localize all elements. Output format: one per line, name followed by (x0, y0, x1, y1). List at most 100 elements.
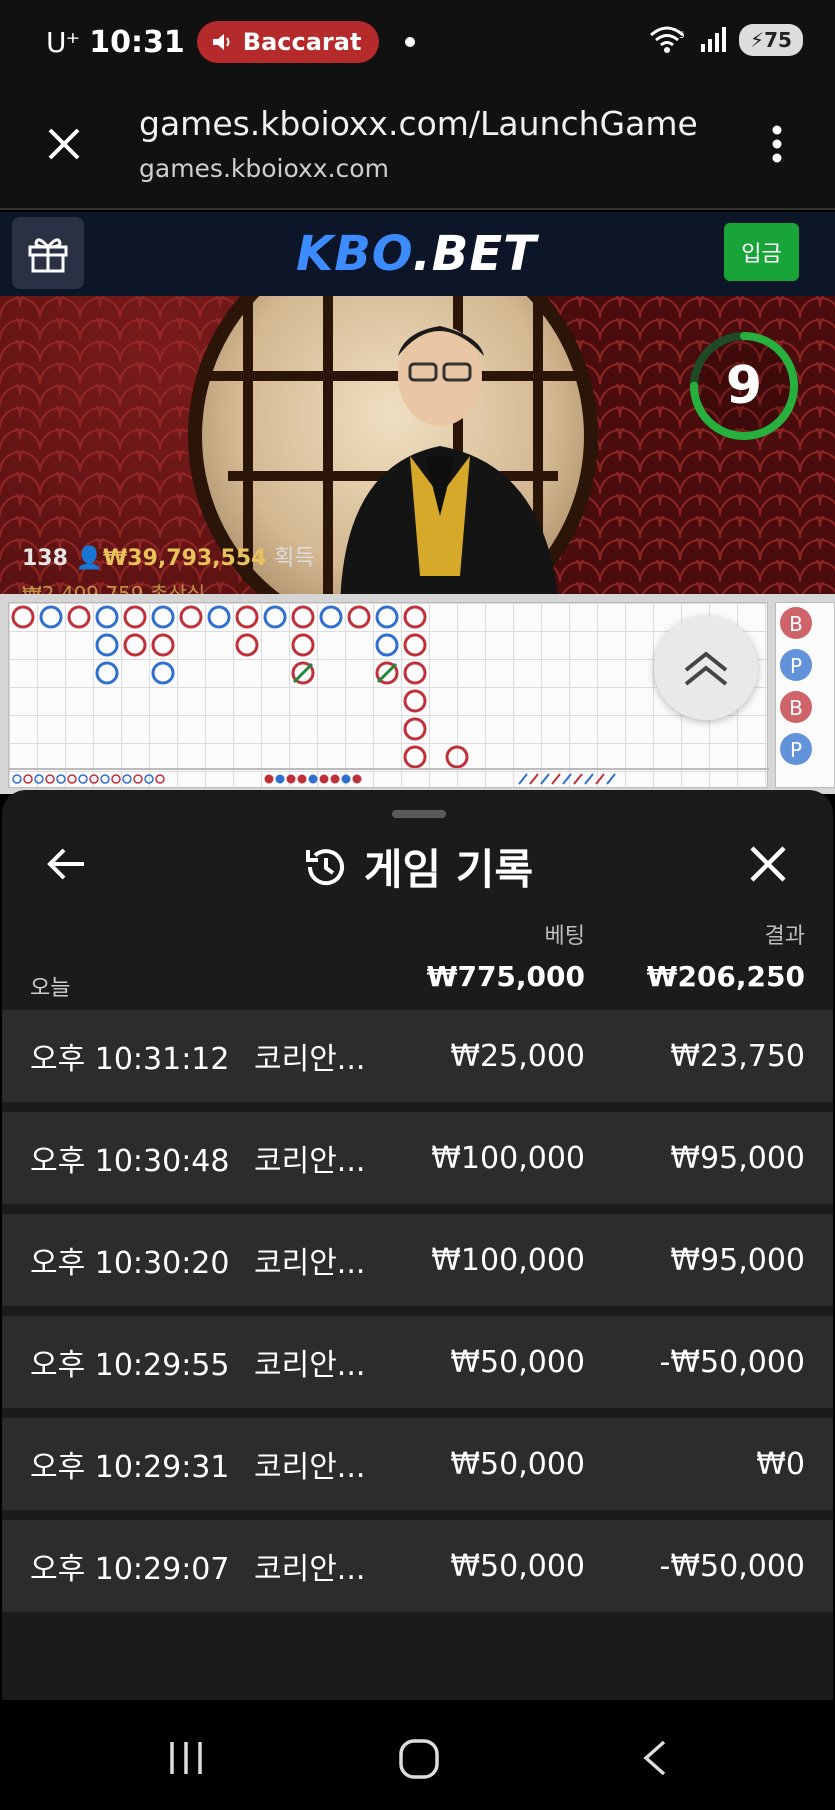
row-bet: ₩100,000 (431, 1242, 585, 1278)
row-bet: ₩100,000 (431, 1140, 585, 1176)
road-mark (263, 605, 287, 629)
bead-label: P (790, 654, 802, 678)
road-mark (151, 633, 175, 657)
history-row[interactable]: 오후 10:30:48 코리안... ₩100,000 ₩95,000 (2, 1112, 833, 1204)
history-row[interactable]: 오후 10:29:31 코리안... ₩50,000 ₩0 (2, 1418, 833, 1510)
road-mark (95, 633, 119, 657)
loss-info: ₩2,409,759 총상실 (22, 582, 206, 594)
speaker-icon (212, 34, 230, 50)
sheet-title: 게임 기록 (2, 836, 833, 897)
active-app-label: Baccarat (242, 28, 362, 56)
double-chevron-up-icon (684, 651, 728, 686)
road-mark (95, 661, 119, 685)
home-icon[interactable] (398, 1738, 440, 1780)
small-road-mark (540, 773, 550, 785)
road-mark (403, 661, 427, 685)
winnings-label: 획득 (274, 546, 315, 571)
road-mark (291, 633, 315, 657)
small-road-mark (67, 774, 77, 784)
history-row[interactable]: 오후 10:29:07 코리안... ₩50,000 -₩50,000 (2, 1520, 833, 1612)
road-mark (11, 605, 35, 629)
row-game: 코리안... (254, 1450, 366, 1485)
row-result: ₩23,750 (670, 1038, 805, 1074)
drag-handle[interactable] (392, 810, 446, 818)
site-logo[interactable]: KBO.BET (296, 226, 537, 282)
system-nav-bar (0, 1700, 835, 1810)
player-count: 138 (22, 546, 68, 571)
player-info: 138 👤₩39,793,554 획득 (22, 540, 315, 572)
logo-part2: .BET (412, 226, 537, 282)
road-mark (67, 605, 91, 629)
row-game: 코리안... (254, 1552, 366, 1587)
small-road-mark (606, 773, 616, 785)
gift-button[interactable] (12, 217, 84, 289)
row-time: 오후 10:29:31 (30, 1450, 230, 1485)
game-history-sheet: 게임 기록 베팅 결과 오늘 ₩775,000 ₩206,250 오후 10:3… (2, 790, 833, 1700)
history-row[interactable]: 오후 10:30:20 코리안... ₩100,000 ₩95,000 (2, 1214, 833, 1306)
row-time: 오후 10:29:55 (30, 1348, 230, 1383)
bead-road: BPBP (775, 602, 835, 788)
small-road-mark (34, 774, 44, 784)
small-road-mark (56, 774, 66, 784)
bead-mark: B (780, 691, 812, 723)
close-icon[interactable] (746, 842, 790, 886)
road-mark (291, 605, 315, 629)
countdown-value: 9 (726, 356, 762, 416)
small-road-mark (352, 774, 362, 784)
small-road-mark (45, 774, 55, 784)
row-result: ₩0 (756, 1446, 805, 1482)
close-icon[interactable] (44, 124, 84, 164)
small-road-mark (12, 774, 22, 784)
small-road-mark (330, 774, 340, 784)
bead-label: B (789, 696, 803, 720)
road-mark (403, 633, 427, 657)
summary-label: 오늘 (30, 976, 71, 1001)
logo-part1: KBO (296, 226, 413, 282)
small-road-mark (89, 774, 99, 784)
road-mark (179, 605, 203, 629)
bead-mark: P (780, 733, 812, 765)
small-road-mark (341, 774, 351, 784)
dealer-figure (340, 326, 558, 594)
wifi-icon: 5 (650, 26, 685, 53)
deposit-button[interactable]: 입금 (724, 223, 799, 281)
small-road-mark (286, 774, 296, 784)
small-road-mark (78, 774, 88, 784)
road-mark (375, 633, 399, 657)
road-mark (235, 605, 259, 629)
small-road-mark (595, 773, 605, 785)
more-vert-icon[interactable] (771, 124, 783, 164)
row-game: 코리안... (254, 1042, 366, 1077)
road-mark (235, 633, 259, 657)
row-bet: ₩50,000 (450, 1344, 585, 1380)
small-road-mark (584, 773, 594, 785)
notification-dot (405, 37, 416, 47)
small-road-mark (111, 774, 121, 784)
road-mark (151, 661, 175, 685)
road-mark (123, 633, 147, 657)
road-mark (207, 605, 231, 629)
active-app-pill[interactable]: Baccarat (196, 21, 380, 63)
site-header: KBO.BET 입금 (0, 212, 835, 296)
history-row[interactable]: 오후 10:29:55 코리안... ₩50,000 -₩50,000 (2, 1316, 833, 1408)
history-row[interactable]: 오후 10:31:12 코리안... ₩25,000 ₩23,750 (2, 1010, 833, 1102)
road-mark (151, 605, 175, 629)
user-icon: 👤 (75, 546, 104, 571)
small-road-mark (144, 774, 154, 784)
summary-bet-total: ₩775,000 (426, 960, 585, 993)
column-header-bet: 베팅 (544, 924, 585, 949)
expand-road-button[interactable] (654, 616, 758, 720)
road-mark (403, 745, 427, 769)
bead-label: P (790, 738, 802, 762)
recent-apps-icon[interactable] (166, 1738, 206, 1778)
row-game: 코리안... (254, 1348, 366, 1383)
bead-mark: P (780, 649, 812, 681)
row-time: 오후 10:31:12 (30, 1042, 230, 1077)
small-road-mark (518, 773, 528, 785)
url-title[interactable]: games.kboioxx.com/LaunchGame (139, 104, 698, 143)
side-marks: BPBP (780, 607, 812, 765)
back-icon[interactable] (640, 1738, 670, 1778)
row-bet: ₩25,000 (450, 1038, 585, 1074)
summary-result-total: ₩206,250 (646, 960, 805, 993)
small-road-mark (319, 774, 329, 784)
